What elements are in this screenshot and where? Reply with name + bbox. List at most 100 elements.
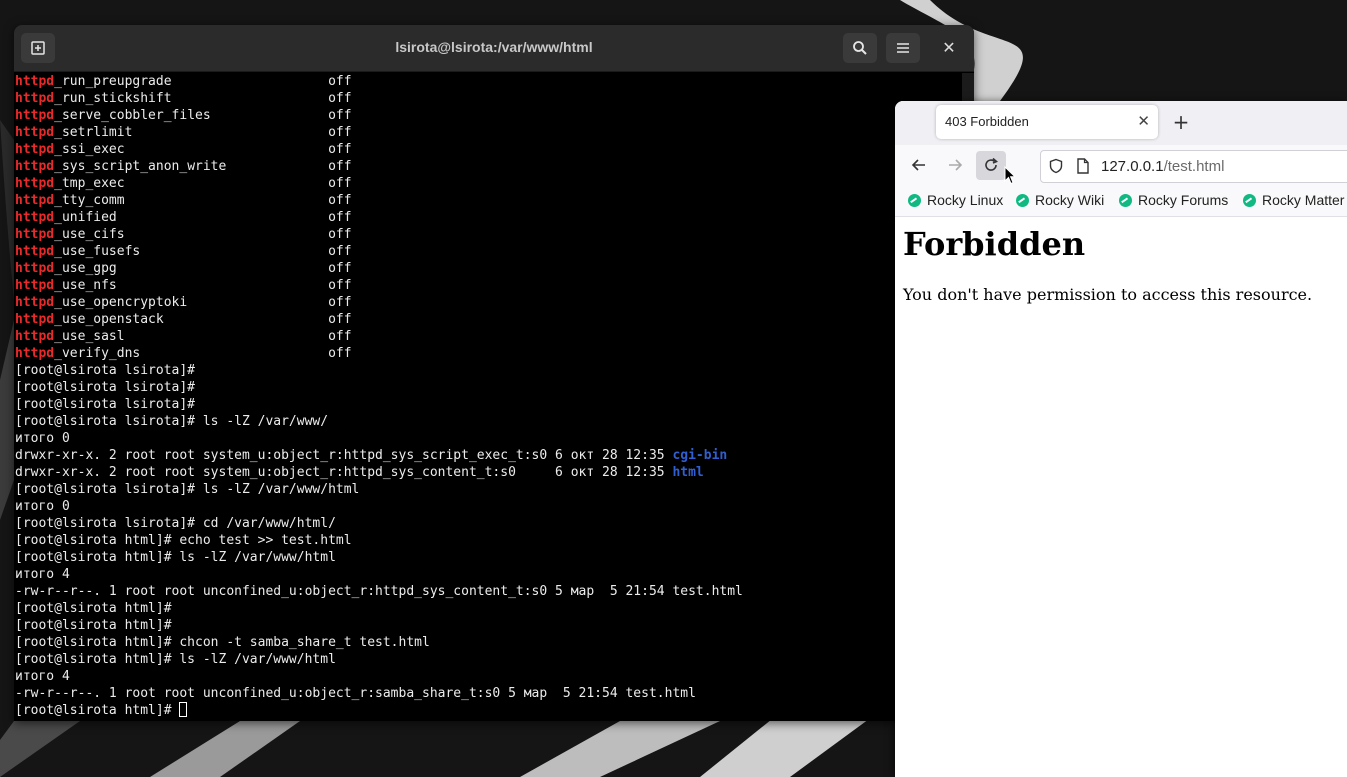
bookmarks-toolbar: Rocky Linux Rocky Wiki Rocky Forums Rock… [895, 186, 1347, 217]
terminal-text: [root@lsirota lsirota]# [15, 397, 196, 412]
reload-icon [985, 157, 998, 171]
terminal-line: [root@lsirota lsirota]# [15, 379, 974, 396]
tab-close-icon[interactable]: ✕ [1137, 112, 1150, 130]
terminal-text: _use_nfs off [54, 278, 352, 293]
terminal-text: итого 4 [15, 567, 70, 582]
terminal-line: -rw-r--r--. 1 root root unconfined_u:obj… [15, 583, 974, 600]
highlight-text: httpd [15, 346, 55, 361]
terminal-text: [root@lsirota lsirota]# [15, 363, 196, 378]
terminal-text: _verify_dns off [54, 346, 352, 361]
terminal-text: [root@lsirota html]# ls -lZ /var/www/htm… [15, 550, 336, 565]
highlight-text: httpd [15, 125, 55, 140]
highlight-text: httpd [15, 244, 55, 259]
terminal-text: [root@lsirota lsirota]# ls -lZ /var/www/ [15, 414, 329, 429]
new-tab-plus-icon[interactable]: + [1169, 109, 1193, 135]
terminal-text: _use_opencryptoki off [54, 295, 352, 310]
highlight-text: httpd [15, 159, 55, 174]
terminal-line: httpd_ssi_exec off [15, 141, 974, 158]
terminal-text: [root@lsirota html]# [15, 703, 180, 718]
search-icon [853, 41, 867, 55]
search-button[interactable] [843, 33, 877, 63]
url-text[interactable]: 127.0.0.1/test.html [1101, 158, 1224, 175]
terminal-line: итого 4 [15, 668, 974, 685]
highlight-text: httpd [15, 193, 55, 208]
terminal-line: [root@lsirota html]# [15, 600, 974, 617]
terminal-line: итого 4 [15, 566, 974, 583]
terminal-text: _setrlimit off [54, 125, 352, 140]
bookmark-rocky-matter[interactable]: Rocky Matter [1243, 192, 1344, 208]
page-content: Forbidden You don't have permission to a… [895, 217, 1347, 777]
terminal-text: _use_fusefs off [54, 244, 352, 259]
terminal-text: [root@lsirota html]# chcon -t samba_shar… [15, 635, 430, 650]
page-message: You don't have permission to access this… [903, 285, 1313, 304]
highlight-text: httpd [15, 74, 55, 89]
terminal-text: [root@lsirota html]# [15, 618, 172, 633]
terminal-line: httpd_setrlimit off [15, 124, 974, 141]
terminal-text: итого 0 [15, 431, 70, 446]
tab-title: 403 Forbidden [945, 114, 1029, 129]
terminal-text: _sys_script_anon_write off [54, 159, 352, 174]
bookmark-rocky-linux[interactable]: Rocky Linux [908, 192, 1003, 208]
terminal-text: [root@lsirota html]# [15, 601, 172, 616]
shield-icon[interactable] [1048, 158, 1064, 174]
terminal-text: _use_openstack off [54, 312, 352, 327]
terminal-line: -rw-r--r--. 1 root root unconfined_u:obj… [15, 685, 974, 702]
terminal-line: httpd_sys_script_anon_write off [15, 158, 974, 175]
browser-window[interactable]: 403 Forbidden ✕ + 127.0.0.1/test.html Ro… [895, 101, 1347, 777]
terminal-title: lsirota@lsirota:/var/www/html [395, 39, 593, 55]
highlight-text: httpd [15, 261, 55, 276]
reload-button[interactable] [976, 151, 1006, 180]
terminal-line: httpd_use_fusefs off [15, 243, 974, 260]
terminal-text: итого 0 [15, 499, 70, 514]
bookmark-rocky-forums[interactable]: Rocky Forums [1119, 192, 1228, 208]
terminal-text: _run_stickshift off [54, 91, 352, 106]
directory-name: cgi-bin [672, 448, 728, 463]
terminal-line: [root@lsirota html]# chcon -t samba_shar… [15, 634, 974, 651]
bookmark-label: Rocky Wiki [1035, 192, 1105, 208]
terminal-line: [root@lsirota lsirota]# ls -lZ /var/www/ [15, 413, 974, 430]
terminal-text: drwxr-xr-x. 2 root root system_u:object_… [15, 465, 673, 480]
terminal-line: httpd_use_openstack off [15, 311, 974, 328]
url-bar[interactable]: 127.0.0.1/test.html [1040, 150, 1347, 183]
tab-403-forbidden[interactable]: 403 Forbidden ✕ [936, 105, 1158, 139]
highlight-text: httpd [15, 278, 55, 293]
terminal-line: httpd_use_cifs off [15, 226, 974, 243]
terminal-text: [root@lsirota lsirota]# [15, 380, 196, 395]
terminal-output[interactable]: httpd_run_preupgrade off httpd_run_sticks… [15, 73, 974, 721]
tab-strip: 403 Forbidden ✕ + [895, 101, 1347, 145]
terminal-line: httpd_run_stickshift off [15, 90, 974, 107]
terminal-line: httpd_verify_dns off [15, 345, 974, 362]
arrow-right-icon [949, 159, 963, 171]
highlight-text: httpd [15, 176, 55, 191]
terminal-line: httpd_serve_cobbler_files off [15, 107, 974, 124]
terminal-line: httpd_use_opencryptoki off [15, 294, 974, 311]
terminal-text: _run_preupgrade off [54, 74, 352, 89]
close-icon: ✕ [942, 38, 956, 57]
terminal-line: httpd_use_gpg off [15, 260, 974, 277]
page-icon[interactable] [1076, 158, 1090, 174]
terminal-line: [root@lsirota lsirota]# ls -lZ /var/www/… [15, 481, 974, 498]
menu-button[interactable] [886, 33, 920, 63]
terminal-text: [root@lsirota lsirota]# cd /var/www/html… [15, 516, 336, 531]
rocky-logo-icon [1243, 193, 1256, 207]
url-host: 127.0.0.1 [1101, 158, 1164, 175]
url-path: /test.html [1163, 158, 1225, 175]
terminal-line: drwxr-xr-x. 2 root root system_u:object_… [15, 447, 974, 464]
highlight-text: httpd [15, 295, 55, 310]
terminal-line: [root@lsirota html]# ls -lZ /var/www/htm… [15, 651, 974, 668]
terminal-header-bar: lsirota@lsirota:/var/www/html ✕ [14, 25, 974, 72]
terminal-window[interactable]: lsirota@lsirota:/var/www/html ✕ httpd_ru… [14, 25, 974, 721]
forward-button[interactable] [940, 151, 970, 180]
highlight-text: httpd [15, 329, 55, 344]
terminal-line: httpd_run_preupgrade off [15, 73, 974, 90]
close-button[interactable]: ✕ [938, 37, 960, 59]
terminal-text: [root@lsirota html]# echo test >> test.h… [15, 533, 352, 548]
back-button[interactable] [904, 151, 934, 180]
terminal-text: _unified off [54, 210, 352, 225]
bookmark-rocky-wiki[interactable]: Rocky Wiki [1016, 192, 1104, 208]
terminal-line: [root@lsirota html]# ls -lZ /var/www/htm… [15, 549, 974, 566]
terminal-text: drwxr-xr-x. 2 root root system_u:object_… [15, 448, 673, 463]
terminal-line: httpd_use_nfs off [15, 277, 974, 294]
terminal-text: _use_sasl off [54, 329, 352, 344]
terminal-text: -rw-r--r--. 1 root root unconfined_u:obj… [15, 686, 696, 701]
